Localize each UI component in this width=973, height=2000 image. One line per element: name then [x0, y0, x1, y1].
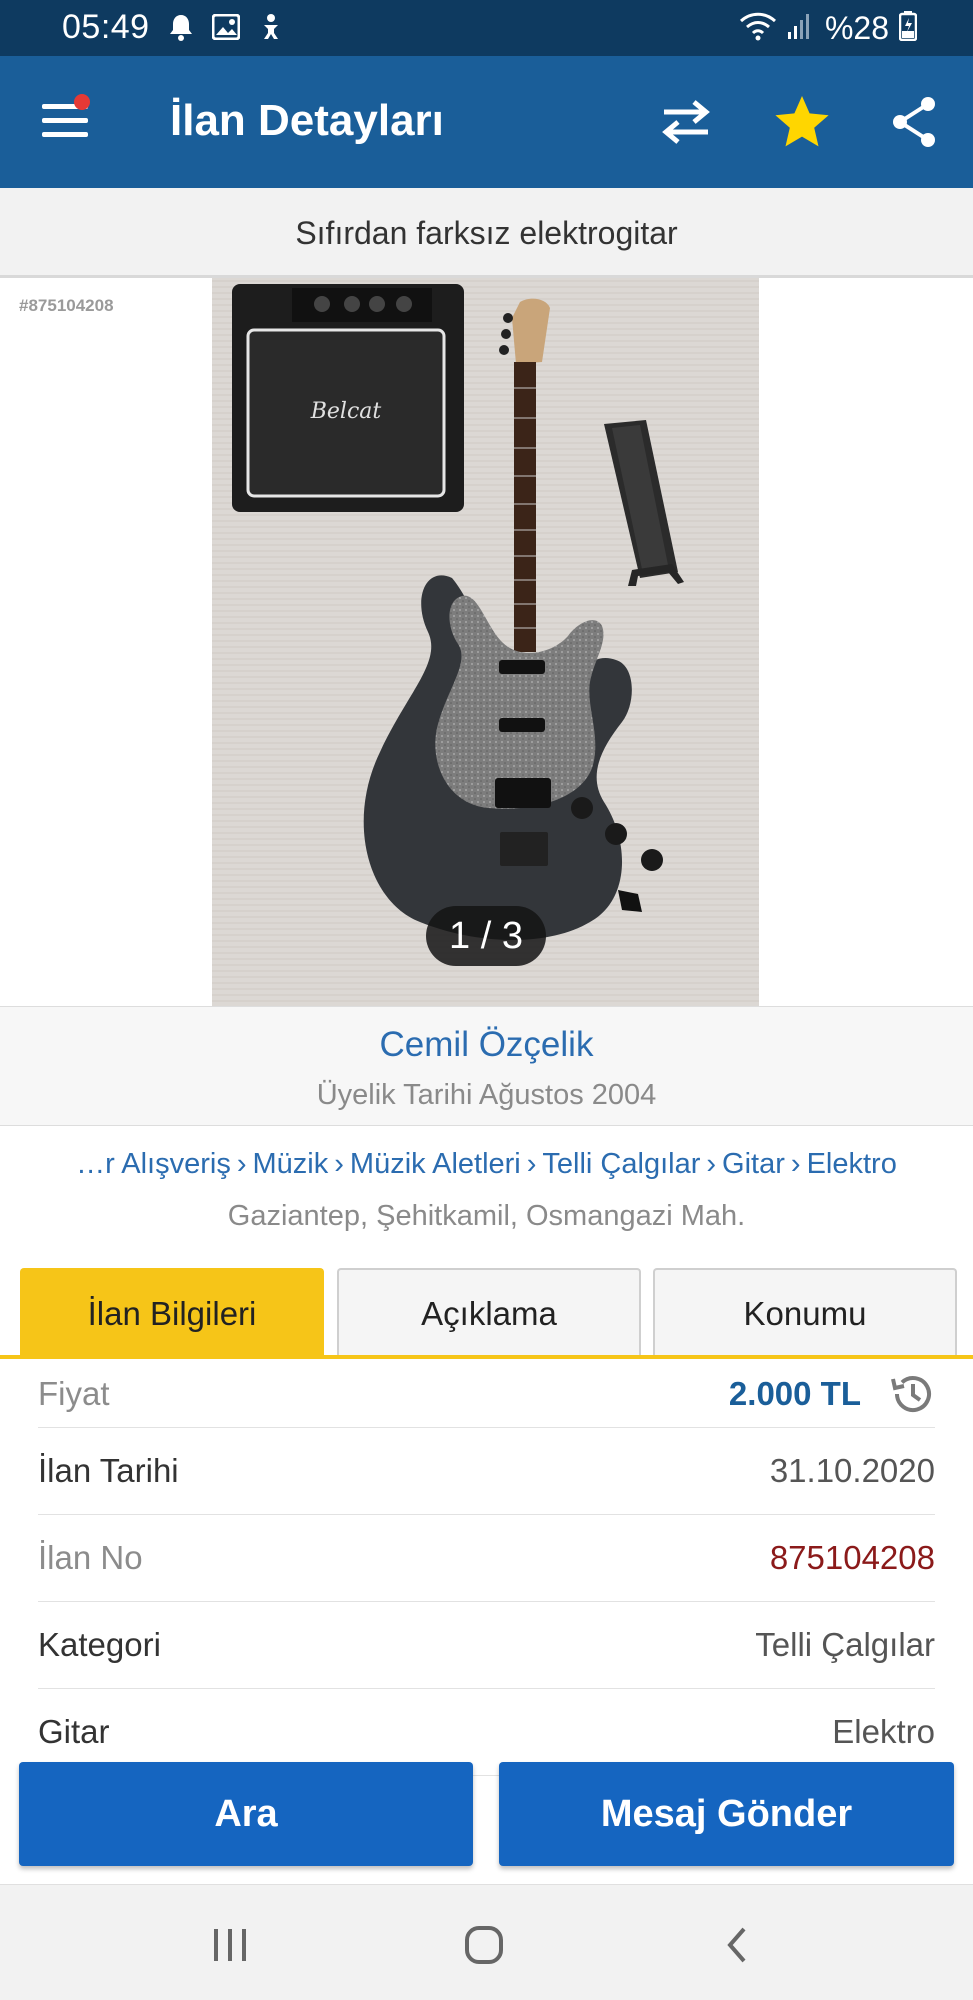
status-bar: 05:49 %28	[0, 0, 973, 56]
breadcrumb-item[interactable]: Müzik	[253, 1148, 329, 1180]
notification-bell-icon	[168, 13, 194, 46]
menu-icon[interactable]	[42, 94, 90, 142]
listing-photo[interactable]: Belcat 1 / 3	[212, 278, 759, 1006]
price-value: 2.000 TL	[728, 1374, 861, 1412]
detail-label: Gitar	[38, 1713, 110, 1750]
accessibility-icon	[258, 13, 284, 46]
breadcrumb-item[interactable]: Telli Çalgılar	[542, 1148, 700, 1180]
page-title: İlan Detayları	[170, 96, 444, 145]
listing-title: Sıfırdan farksız elektrogitar	[0, 188, 973, 278]
detail-tabs: İlan Bilgileri Açıklama Konumu	[0, 1264, 973, 1359]
breadcrumb: …r Alışveriş › Müzik › Müzik Aletleri › Telli …	[76, 1148, 897, 1180]
wifi-icon	[739, 11, 777, 46]
location-text: Gaziantep, Şehitkamil, Osmangazi Mah.	[227, 1200, 746, 1232]
detail-label: İlan Tarihi	[38, 1452, 179, 1489]
listing-details-table: Fiyat 2.000 TL İlan Tarihi 31.10.2020 İl…	[38, 1360, 935, 1776]
detail-label: İlan No	[38, 1539, 143, 1576]
app-bar: İlan Detayları	[0, 56, 973, 188]
amplifier-image: Belcat	[232, 284, 464, 512]
system-nav-bar	[0, 1884, 973, 2000]
tab-ilan-bilgileri[interactable]: İlan Bilgileri	[20, 1268, 324, 1355]
seller-info: Cemil Özçelik Üyelik Tarihi Ağustos 2004	[0, 1006, 973, 1126]
signal-icon	[787, 12, 811, 45]
price-history-icon[interactable]	[889, 1371, 935, 1417]
recent-apps-icon[interactable]	[208, 1923, 252, 1967]
breadcrumb-item[interactable]: Müzik Aletleri	[350, 1148, 521, 1180]
photo-gallery[interactable]: #875104208 Belcat 1 / 3	[0, 278, 973, 1006]
detail-row-date: İlan Tarihi 31.10.2020	[38, 1428, 935, 1515]
detail-value: 31.10.2020	[769, 1452, 935, 1489]
breadcrumb-item[interactable]: Elektro	[807, 1148, 897, 1180]
ad-number-tag: #875104208	[19, 296, 114, 315]
detail-label: Kategori	[38, 1626, 161, 1663]
notification-dot	[74, 94, 90, 110]
share-icon[interactable]	[882, 90, 946, 154]
send-message-button[interactable]: Mesaj Gönder	[499, 1762, 954, 1866]
detail-row-category: Kategori Telli Çalgılar	[38, 1602, 935, 1689]
tab-konumu[interactable]: Konumu	[653, 1268, 957, 1355]
detail-value: Elektro	[832, 1713, 935, 1750]
home-icon[interactable]	[462, 1923, 506, 1967]
breadcrumb-item[interactable]: …r Alışveriş	[76, 1148, 231, 1180]
favorite-star-icon[interactable]	[770, 90, 834, 154]
battery-icon	[898, 11, 918, 46]
compare-icon[interactable]	[654, 90, 718, 154]
status-time: 05:49	[62, 8, 150, 46]
battery-percent: %28	[824, 10, 889, 46]
detail-row-ad-number: İlan No 875104208	[38, 1515, 935, 1602]
photo-counter: 1 / 3	[426, 906, 546, 966]
detail-value: Telli Çalgılar	[755, 1626, 935, 1663]
detail-label: Fiyat	[38, 1374, 110, 1412]
image-icon	[211, 13, 241, 45]
call-button[interactable]: Ara	[19, 1762, 473, 1866]
seller-name-link[interactable]: Cemil Özçelik	[0, 1025, 973, 1065]
tab-aciklama[interactable]: Açıklama	[337, 1268, 641, 1355]
detail-row-price: Fiyat 2.000 TL	[38, 1360, 935, 1428]
back-icon[interactable]	[716, 1923, 760, 1967]
breadcrumb-item[interactable]: Gitar	[722, 1148, 785, 1180]
detail-value: 875104208	[769, 1539, 935, 1576]
svg-text:Belcat: Belcat	[310, 399, 382, 424]
member-since: Üyelik Tarihi Ağustos 2004	[316, 1079, 657, 1111]
